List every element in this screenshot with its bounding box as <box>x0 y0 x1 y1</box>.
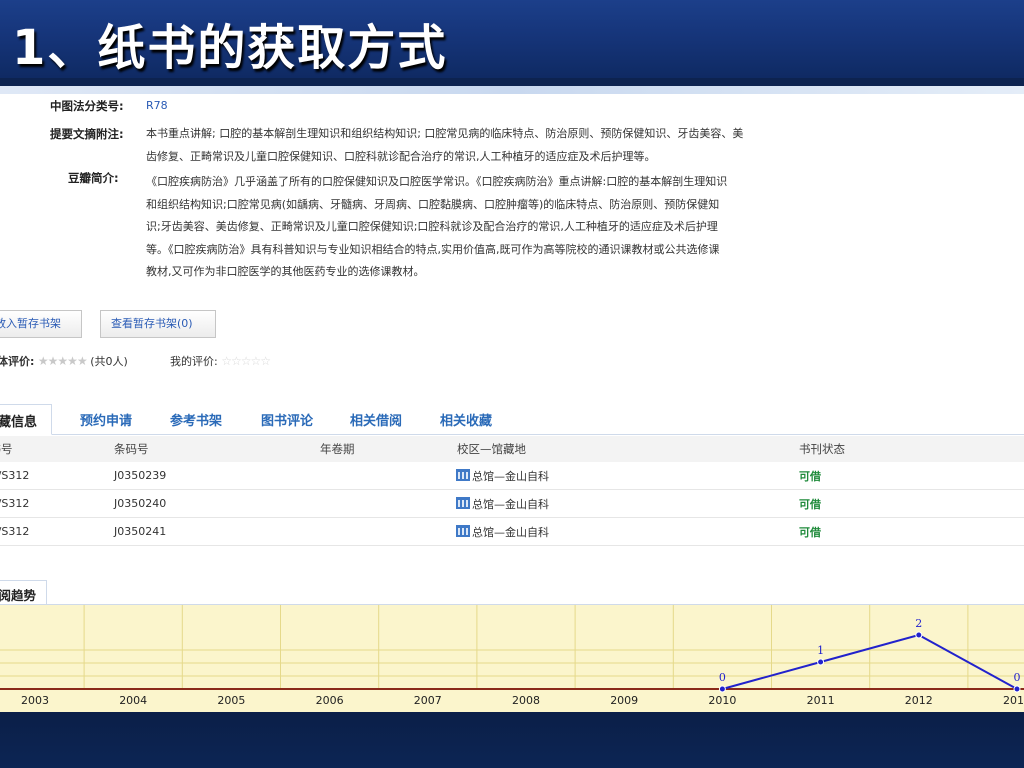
location-text: 总馆—金山自科 <box>472 498 549 511</box>
classification-label: 中图法分类号: <box>50 99 124 113</box>
abstract-text: 本书重点讲解; 口腔的基本解剖生理知识和组织结构知识; 口腔常见病的临床特点、防… <box>146 122 866 168</box>
classification-link[interactable]: R78 <box>146 94 168 117</box>
overall-rating-count: (共0人) <box>90 355 128 368</box>
location: 总馆—金山自科 <box>456 524 549 540</box>
douban-line: 识;牙齿美容、美齿修复、正畸常识及儿童口腔保健知识;口腔科就诊及配合治疗的常识,… <box>146 220 718 233</box>
opac-screenshot: 中图法分类号: R78 提要文摘附注: 本书重点讲解; 口腔的基本解剖生理知识和… <box>0 86 1024 712</box>
x-tick-label: 2007 <box>414 694 442 707</box>
library-icon <box>456 469 470 481</box>
douban-line: 《口腔疾病防治》几乎涵盖了所有的口腔保健知识及口腔医学常识。《口腔疾病防治》重点… <box>146 175 728 188</box>
library-icon <box>456 497 470 509</box>
slide-title: 1、纸书的获取方式 <box>12 20 448 76</box>
holdings-table-header: 索书号 条码号 年卷期 校区—馆藏地 书刊状态 <box>0 436 1024 462</box>
col-barcode: 条码号 <box>114 442 149 456</box>
douban-line: 教材,又可作为非口腔医学的其他医药专业的选修课教材。 <box>146 265 425 278</box>
overall-rating-label: 总体评价: <box>0 355 35 368</box>
data-point <box>718 685 726 693</box>
view-shelf-button[interactable]: 查看暂存书架(0) <box>100 310 216 338</box>
col-call-number: 索书号 <box>0 442 13 456</box>
tab-related-favorites[interactable]: 相关收藏 <box>440 410 492 429</box>
location: 总馆—金山自科 <box>456 468 549 484</box>
my-rating: 我的评价: ☆☆☆☆☆ <box>170 353 271 369</box>
col-volume: 年卷期 <box>320 442 355 456</box>
x-tick-label: 2006 <box>316 694 344 707</box>
col-status: 书刊状态 <box>799 442 845 456</box>
tab-related-borrowing[interactable]: 相关借阅 <box>350 410 402 429</box>
x-tick-label: 2013 <box>1003 694 1024 707</box>
call-number: R78/S312 <box>0 525 30 538</box>
abstract-label: 提要文摘附注: <box>50 127 124 141</box>
location: 总馆—金山自科 <box>456 496 549 512</box>
detail-tabs: 馆藏信息 预约申请 参考书架 图书评论 相关借阅 相关收藏 <box>0 404 1024 435</box>
x-tick-label: 2008 <box>512 694 540 707</box>
table-row: R78/S312 J0350241 总馆—金山自科 可借 <box>0 518 1024 546</box>
x-tick-label: 2011 <box>807 694 835 707</box>
data-point <box>1013 685 1021 693</box>
barcode: J0350239 <box>114 469 167 482</box>
douban-label: 豆瓣简介: <box>68 171 119 185</box>
douban-line: 等。《口腔疾病防治》具有科普知识与专业知识相结合的特点,实用价值高,既可作为高等… <box>146 242 720 256</box>
status-badge: 可借 <box>799 526 821 539</box>
x-tick-label: 2012 <box>905 694 933 707</box>
table-row: R78/S312 J0350239 总馆—金山自科 可借 <box>0 462 1024 490</box>
borrow-trend-chart: 2003 2004 2005 2006 2007 2008 2009 2010 2011 2012… <box>0 605 1024 712</box>
tab-book-reviews[interactable]: 图书评论 <box>261 410 313 429</box>
tab-reservation[interactable]: 预约申请 <box>80 410 132 429</box>
col-location: 校区—馆藏地 <box>457 442 526 456</box>
tab-reference-shelf[interactable]: 参考书架 <box>170 410 222 429</box>
x-tick-label: 2010 <box>708 694 736 707</box>
x-tick-label: 2004 <box>119 694 147 707</box>
library-icon <box>456 525 470 537</box>
slide-header: 1、纸书的获取方式 <box>0 0 1024 78</box>
data-point <box>817 658 825 666</box>
top-banner-strip <box>0 86 1024 94</box>
slide-footer <box>0 712 1024 768</box>
location-text: 总馆—金山自科 <box>472 470 549 483</box>
x-tick-label: 2009 <box>610 694 638 707</box>
x-tick-label: 2005 <box>217 694 245 707</box>
douban-line: 和组织结构知识;口腔常见病(如龋病、牙髓病、牙周病、口腔黏膜病、口腔肿瘤等)的临… <box>146 197 720 211</box>
my-rating-stars[interactable]: ☆☆☆☆☆ <box>221 354 271 368</box>
status-badge: 可借 <box>799 498 821 511</box>
call-number: R78/S312 <box>0 469 30 482</box>
abstract-line: 齿修复、正畸常识及儿童口腔保健知识、口腔科就诊配合治疗的常识,人工种植牙的适应症… <box>146 150 656 163</box>
douban-text: 《口腔疾病防治》几乎涵盖了所有的口腔保健知识及口腔医学常识。《口腔疾病防治》重点… <box>146 171 866 284</box>
table-row: R78/S312 J0350240 总馆—金山自科 可借 <box>0 490 1024 518</box>
data-point <box>915 631 923 639</box>
data-label: 1 <box>817 644 824 657</box>
x-tick-label: 2003 <box>21 694 49 707</box>
data-label: 0 <box>719 671 726 684</box>
barcode: J0350241 <box>114 525 167 538</box>
borrow-trend-svg: 2003 2004 2005 2006 2007 2008 2009 2010 2011 2012… <box>0 605 1024 712</box>
add-to-shelf-button[interactable]: 放入暂存书架 <box>0 310 82 338</box>
data-label: 0 <box>1014 671 1021 684</box>
location-text: 总馆—金山自科 <box>472 526 549 539</box>
abstract-line: 本书重点讲解; 口腔的基本解剖生理知识和组织结构知识; 口腔常见病的临床特点、防… <box>146 127 744 140</box>
tab-holdings[interactable]: 馆藏信息 <box>0 404 53 435</box>
my-rating-label: 我的评价: <box>170 355 218 368</box>
status-badge: 可借 <box>799 470 821 483</box>
data-label: 2 <box>915 617 922 630</box>
barcode: J0350240 <box>114 497 167 510</box>
overall-rating: 总体评价: ★★★★★ (共0人) <box>0 353 128 369</box>
tab-borrow-trend[interactable]: 借阅趋势 <box>0 580 48 605</box>
call-number: R78/S312 <box>0 497 30 510</box>
overall-rating-stars: ★★★★★ <box>37 354 88 368</box>
